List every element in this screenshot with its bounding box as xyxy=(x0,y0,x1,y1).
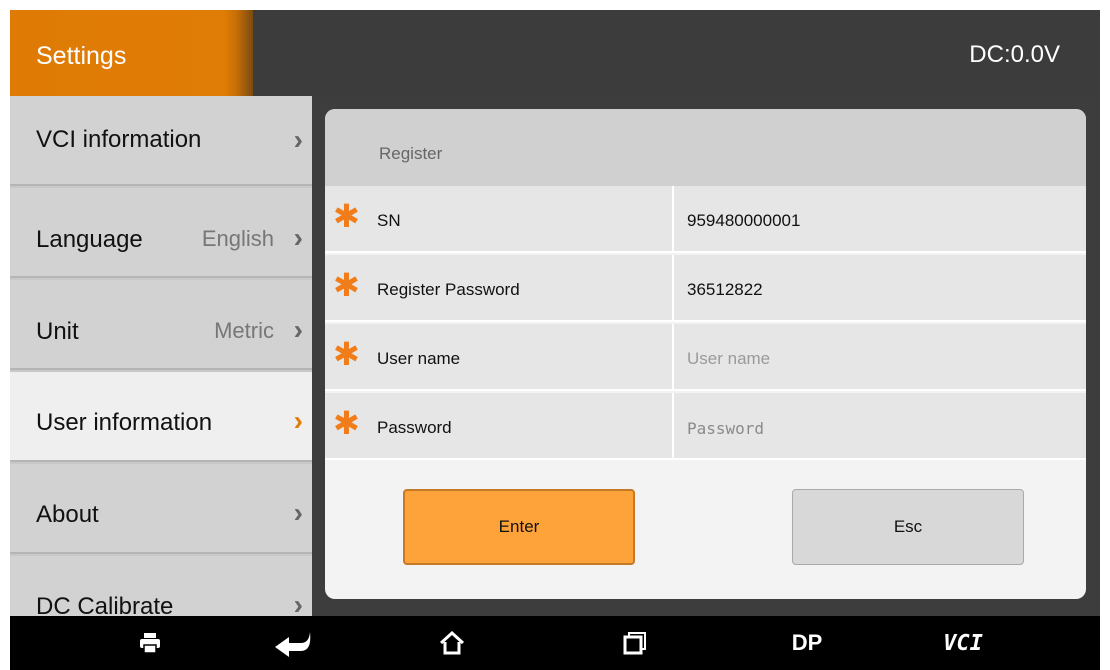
enter-button[interactable]: Enter xyxy=(403,489,635,565)
required-asterisk-icon: ✱ xyxy=(333,336,360,372)
required-asterisk-icon: ✱ xyxy=(333,405,360,441)
recent-apps-icon[interactable] xyxy=(600,616,670,670)
sidebar-item-unit[interactable]: Unit Metric › xyxy=(10,280,312,370)
chevron-right-icon: › xyxy=(293,589,303,616)
form-row-register-password: ✱ Register Password xyxy=(325,255,1086,322)
register-password-label: Register Password xyxy=(377,280,520,299)
column-divider xyxy=(672,255,674,320)
printer-icon[interactable] xyxy=(115,616,185,670)
chevron-right-icon: › xyxy=(293,222,303,253)
chevron-right-icon: › xyxy=(293,314,303,345)
top-bar: Settings DC:0.0V xyxy=(10,10,1100,96)
user-name-input[interactable] xyxy=(687,344,1067,374)
column-divider xyxy=(672,324,674,389)
dc-voltage-readout: DC:0.0V xyxy=(969,41,1060,68)
register-password-field[interactable] xyxy=(687,275,1067,305)
required-asterisk-icon: ✱ xyxy=(333,267,360,303)
sidebar-item-label: Language xyxy=(36,226,143,253)
sn-field[interactable] xyxy=(687,206,1067,236)
sidebar-item-label: About xyxy=(36,501,99,528)
form-row-sn: ✱ SN xyxy=(325,186,1086,253)
sn-label: SN xyxy=(377,211,401,230)
settings-tab[interactable]: Settings xyxy=(10,10,253,96)
vci-button[interactable]: VCI xyxy=(928,616,998,670)
form-row-password: ✱ Password xyxy=(325,393,1086,460)
sidebar-item-user-information[interactable]: User information › xyxy=(10,372,312,462)
chevron-right-icon: › xyxy=(293,497,303,528)
sidebar-item-label: VCI information xyxy=(36,126,202,153)
sidebar-item-value: Metric xyxy=(214,318,274,343)
app-screen: Settings DC:0.0V VCI information › Langu… xyxy=(10,10,1100,670)
back-icon[interactable] xyxy=(258,616,328,670)
vci-label: VCI xyxy=(943,630,983,656)
sidebar-item-dc-calibrate[interactable]: DC Calibrate › xyxy=(10,556,312,616)
bottom-nav-bar: DP VCI xyxy=(10,616,1100,670)
password-label: Password xyxy=(377,418,452,437)
dp-label: DP xyxy=(791,630,823,655)
sidebar-item-label: User information xyxy=(36,409,213,436)
dp-button[interactable]: DP xyxy=(772,616,842,670)
home-icon[interactable] xyxy=(417,616,487,670)
column-divider xyxy=(672,186,674,251)
settings-title: Settings xyxy=(36,42,127,70)
esc-button[interactable]: Esc xyxy=(792,489,1024,565)
chevron-right-icon: › xyxy=(293,124,303,155)
required-asterisk-icon: ✱ xyxy=(333,198,360,234)
sidebar-item-value: English xyxy=(201,226,274,251)
column-divider xyxy=(672,393,674,458)
sidebar-item-language[interactable]: Language English › xyxy=(10,188,312,278)
password-input[interactable] xyxy=(687,413,1067,443)
dialog-header: Register xyxy=(325,109,1086,186)
register-dialog: Register ✱ SN ✱ Register Password ✱ User… xyxy=(325,109,1086,599)
dialog-title: Register xyxy=(379,144,443,163)
sidebar-item-vci-information[interactable]: VCI information › xyxy=(10,96,312,186)
sidebar-item-label: Unit xyxy=(36,318,79,345)
user-name-label: User name xyxy=(377,349,461,368)
sidebar-item-label: DC Calibrate xyxy=(36,593,174,616)
chevron-right-icon: › xyxy=(293,405,303,436)
form-row-user-name: ✱ User name xyxy=(325,324,1086,391)
settings-sidebar: VCI information › Language English › Uni… xyxy=(10,96,312,616)
sidebar-item-about[interactable]: About › xyxy=(10,464,312,554)
